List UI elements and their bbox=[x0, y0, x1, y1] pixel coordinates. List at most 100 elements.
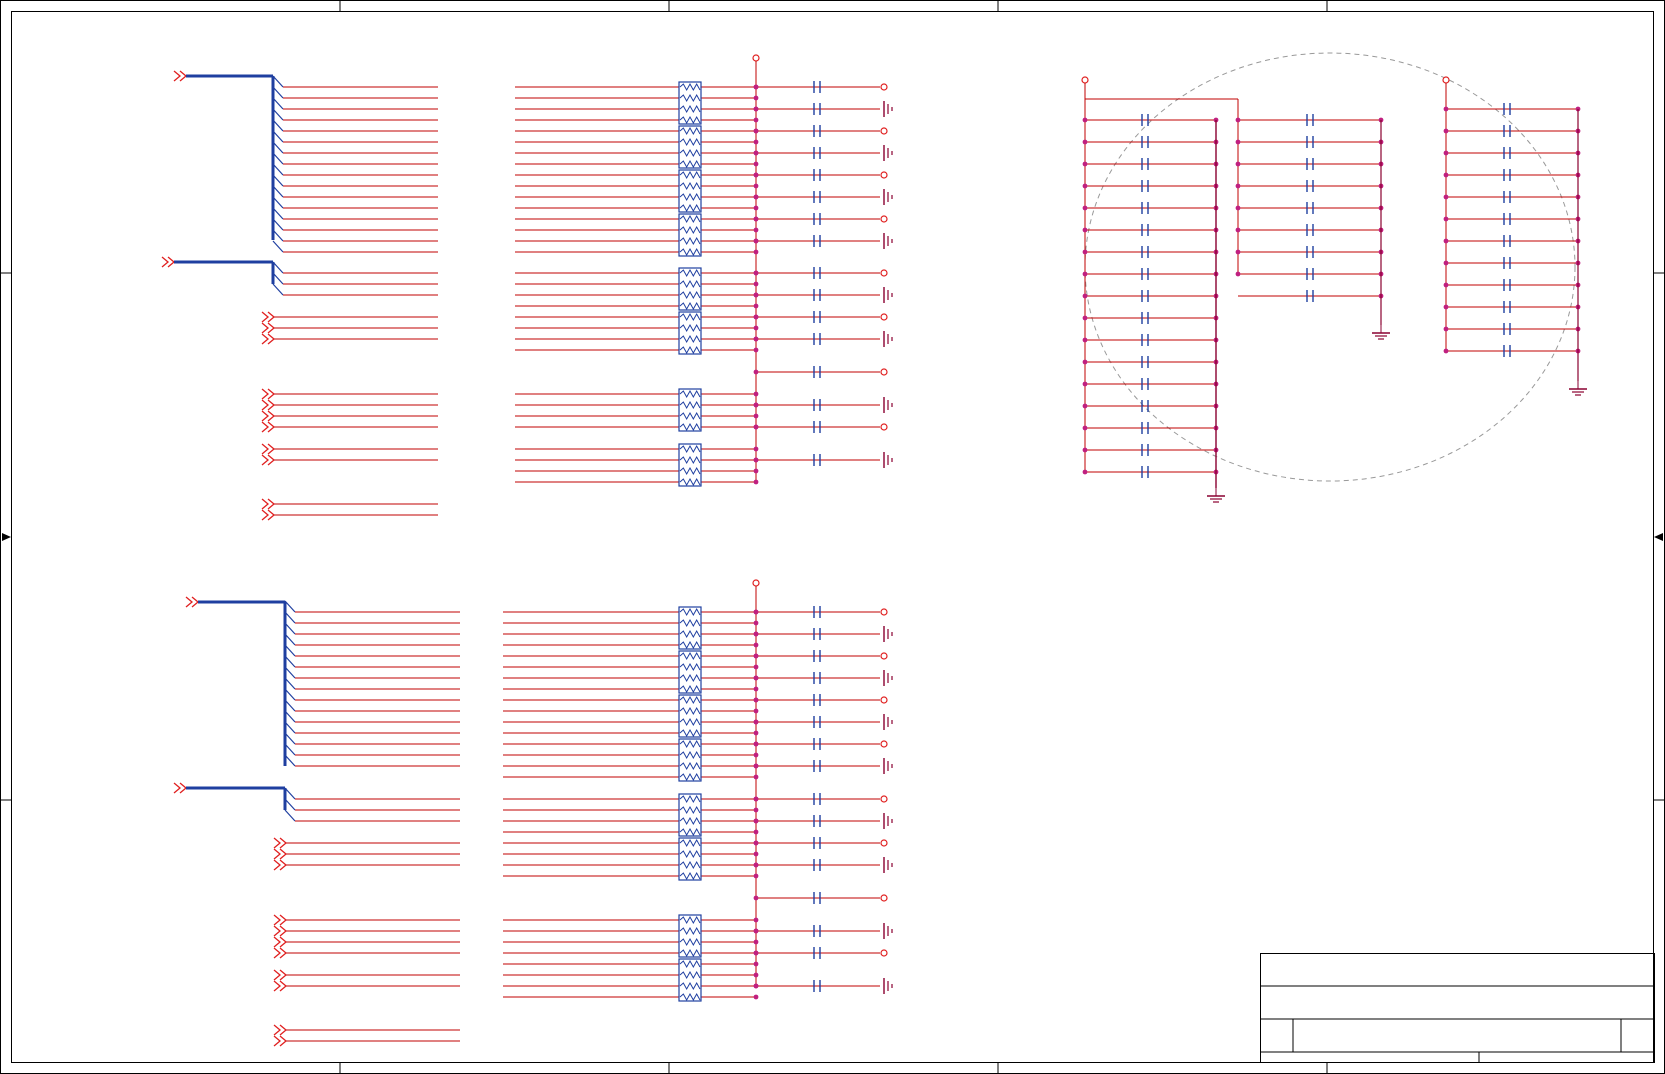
power-pin-icon bbox=[880, 127, 888, 135]
resistor-array-icon bbox=[678, 837, 702, 881]
junction-dot-icon bbox=[1082, 139, 1088, 145]
junction-dot-icon bbox=[753, 730, 759, 736]
power-pin-icon bbox=[880, 215, 888, 223]
junction-dot-icon bbox=[1235, 117, 1241, 123]
junction-dot-icon bbox=[1082, 359, 1088, 365]
junction-dot-icon bbox=[753, 917, 759, 923]
resistor-array-icon bbox=[678, 81, 702, 125]
junction-dot-icon bbox=[753, 347, 759, 353]
junction-dot-icon bbox=[1082, 161, 1088, 167]
junction-dot-icon bbox=[1235, 161, 1241, 167]
junction-dot-icon bbox=[753, 194, 759, 200]
ground-icon bbox=[883, 101, 893, 117]
resistor-array-icon bbox=[678, 169, 702, 213]
bus-entry-icon bbox=[284, 809, 296, 822]
junction-dot-icon bbox=[1082, 227, 1088, 233]
resistor-array-icon bbox=[678, 388, 702, 432]
off-page-port-icon bbox=[273, 947, 288, 959]
off-page-port-icon bbox=[261, 333, 276, 345]
power-pin-icon bbox=[880, 313, 888, 321]
ground-icon bbox=[883, 813, 893, 829]
junction-dot-icon bbox=[753, 205, 759, 211]
guide-ellipse bbox=[1084, 52, 1576, 482]
power-pin-icon bbox=[880, 894, 888, 902]
junction-dot-icon bbox=[1443, 282, 1449, 288]
power-pin-icon bbox=[752, 54, 760, 62]
sheet-frame bbox=[0, 0, 1665, 1074]
junction-dot-icon bbox=[753, 741, 759, 747]
title-block bbox=[1260, 953, 1655, 1063]
junction-dot-icon bbox=[753, 609, 759, 615]
power-pin-icon bbox=[880, 696, 888, 704]
junction-dot-icon bbox=[753, 183, 759, 189]
junction-dot-icon bbox=[753, 972, 759, 978]
off-page-port-icon bbox=[273, 969, 288, 981]
junction-dot-icon bbox=[753, 84, 759, 90]
junction-dot-icon bbox=[1082, 183, 1088, 189]
off-page-port-icon bbox=[261, 388, 276, 400]
junction-dot-icon bbox=[753, 807, 759, 813]
junction-dot-icon bbox=[1082, 293, 1088, 299]
junction-dot-icon bbox=[753, 862, 759, 868]
junction-dot-icon bbox=[753, 895, 759, 901]
ground-icon bbox=[883, 626, 893, 642]
resistor-array-icon bbox=[678, 958, 702, 1002]
termination-block-top bbox=[161, 54, 893, 521]
junction-dot-icon bbox=[1082, 337, 1088, 343]
junction-dot-icon bbox=[753, 314, 759, 320]
off-page-port-icon bbox=[273, 837, 288, 849]
junction-dot-icon bbox=[1235, 205, 1241, 211]
ground-icon bbox=[883, 331, 893, 347]
off-page-port-icon bbox=[261, 399, 276, 411]
off-page-port-icon bbox=[161, 256, 176, 268]
resistor-array-icon bbox=[678, 443, 702, 487]
junction-dot-icon bbox=[753, 424, 759, 430]
junction-dot-icon bbox=[1082, 249, 1088, 255]
junction-dot-icon bbox=[753, 675, 759, 681]
junction-dot-icon bbox=[753, 150, 759, 156]
center-arrow-icon bbox=[2, 533, 1663, 541]
junction-dot-icon bbox=[1443, 106, 1449, 112]
junction-dot-icon bbox=[1443, 348, 1449, 354]
bus-entry-icon bbox=[272, 283, 284, 296]
ground-icon bbox=[883, 189, 893, 205]
junction-dot-icon bbox=[753, 719, 759, 725]
resistor-array-icon bbox=[678, 914, 702, 958]
off-page-port-icon bbox=[273, 980, 288, 992]
junction-dot-icon bbox=[1082, 403, 1088, 409]
off-page-port-icon bbox=[261, 311, 276, 323]
ground-icon bbox=[883, 287, 893, 303]
resistor-array-icon bbox=[678, 213, 702, 257]
off-page-port-icon bbox=[273, 914, 288, 926]
junction-dot-icon bbox=[753, 270, 759, 276]
junction-dot-icon bbox=[753, 950, 759, 956]
junction-dot-icon bbox=[1443, 238, 1449, 244]
off-page-port-icon bbox=[261, 498, 276, 510]
junction-dot-icon bbox=[1235, 139, 1241, 145]
junction-dot-icon bbox=[753, 479, 759, 485]
junction-dot-icon bbox=[753, 961, 759, 967]
junction-dot-icon bbox=[1443, 172, 1449, 178]
junction-dot-icon bbox=[753, 161, 759, 167]
junction-dot-icon bbox=[1082, 425, 1088, 431]
power-pin-icon bbox=[1081, 76, 1089, 84]
off-page-port-icon bbox=[273, 925, 288, 937]
junction-dot-icon bbox=[753, 391, 759, 397]
power-pin-icon bbox=[752, 579, 760, 587]
termination-block-bottom bbox=[173, 579, 893, 1047]
junction-dot-icon bbox=[1082, 469, 1088, 475]
power-pin-icon bbox=[880, 795, 888, 803]
junction-dot-icon bbox=[753, 631, 759, 637]
junction-dot-icon bbox=[1082, 315, 1088, 321]
ground-icon bbox=[883, 978, 893, 994]
junction-dot-icon bbox=[753, 468, 759, 474]
power-pin-icon bbox=[880, 652, 888, 660]
off-page-port-icon bbox=[261, 509, 276, 521]
power-pin-icon bbox=[880, 740, 888, 748]
junction-dot-icon bbox=[753, 774, 759, 780]
junction-dot-icon bbox=[1443, 304, 1449, 310]
ground-icon bbox=[883, 233, 893, 249]
resistor-array-icon bbox=[678, 125, 702, 169]
off-page-port-icon bbox=[273, 859, 288, 871]
junction-dot-icon bbox=[753, 994, 759, 1000]
